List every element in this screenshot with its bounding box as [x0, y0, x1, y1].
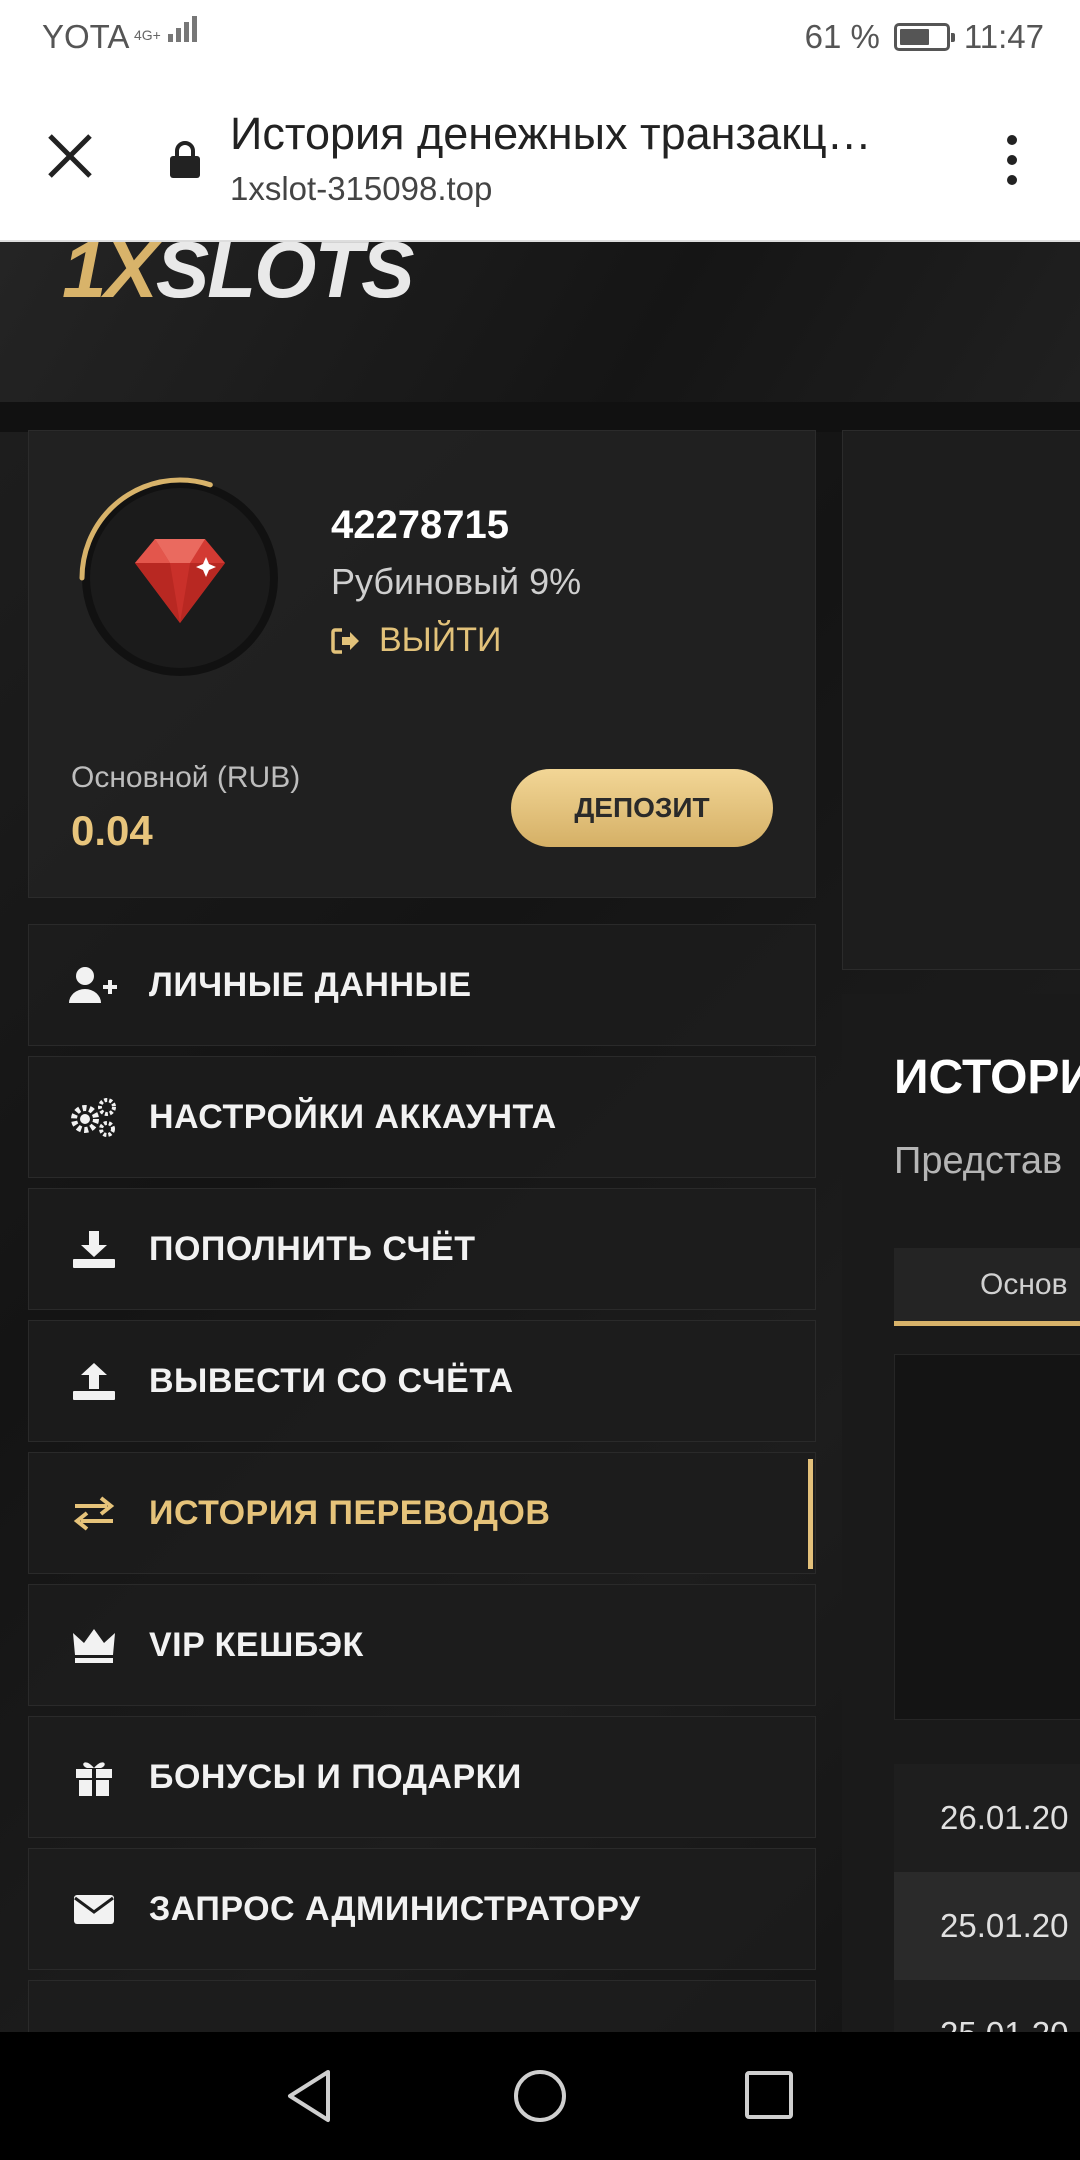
clock: 11:47	[963, 18, 1044, 55]
site-logo[interactable]: 1XSLOTS	[62, 242, 415, 316]
menu-item-label: НАСТРОЙКИ АККАУНТА	[149, 1097, 557, 1136]
table-row[interactable]: 25.01.20	[894, 1980, 1080, 2032]
network-type: 4G+	[134, 27, 161, 43]
close-icon[interactable]	[44, 130, 96, 182]
profile-card: 42278715 Рубиновый 9% ВЫЙТИ Основной (RU…	[28, 430, 816, 898]
tab-main-account[interactable]: Основ	[894, 1248, 1080, 1326]
carrier-name: YOTA	[42, 18, 130, 55]
menu-item-withdraw[interactable]: ВЫВЕСТИ СО СЧЁТА	[28, 1320, 816, 1442]
transaction-history-panel: ИСТОРИ Представ Основ 26.01.20 25.01.20 …	[842, 994, 1080, 2032]
battery-percent: 61 %	[804, 18, 880, 55]
logout-label: ВЫЙТИ	[379, 621, 502, 659]
menu-item-next[interactable]	[28, 1980, 816, 2032]
status-bar: YOTA 4G+ 61 % 11:47	[0, 0, 1080, 74]
banner-panel	[842, 430, 1080, 970]
battery-icon	[893, 23, 955, 51]
download-icon	[73, 1231, 115, 1268]
menu-item-label: ЛИЧНЫЕ ДАННЫЕ	[149, 965, 472, 1004]
logout-icon	[331, 627, 359, 654]
menu-item-label: ИСТОРИЯ ПЕРЕВОДОВ	[149, 1493, 551, 1532]
signal-icon: 4G+	[134, 16, 197, 42]
user-id: 42278715	[331, 503, 509, 547]
system-nav-bar	[0, 2032, 1080, 2160]
menu-item-personal-data[interactable]: ЛИЧНЫЕ ДАННЫЕ	[28, 924, 816, 1046]
menu-item-label: ЗАПРОС АДМИНИСТРАТОРУ	[149, 1889, 641, 1928]
table-row[interactable]: 26.01.20	[894, 1764, 1080, 1872]
table-row[interactable]: 25.01.20	[894, 1872, 1080, 1980]
menu-item-label: ПОПОЛНИТЬ СЧЁТ	[149, 1229, 476, 1268]
history-filter-box	[894, 1354, 1080, 1720]
lock-icon[interactable]	[168, 140, 202, 180]
gears-icon	[71, 1098, 116, 1137]
web-page: 1XSLOTS 42278715 Рубиновый 9% ВЫЙТИ Осно…	[0, 242, 1080, 2032]
upload-icon	[73, 1363, 115, 1400]
crown-icon	[73, 1629, 115, 1663]
balance-label: Основной (RUB)	[71, 761, 301, 794]
menu-item-account-settings[interactable]: НАСТРОЙКИ АККАУНТА	[28, 1056, 816, 1178]
menu-item-label: VIP КЕШБЭК	[149, 1625, 364, 1664]
menu-item-transfer-history[interactable]: ИСТОРИЯ ПЕРЕВОДОВ	[28, 1452, 816, 1574]
history-subtitle: Представ	[894, 1140, 1063, 1182]
menu-item-admin-request[interactable]: ЗАПРОС АДМИНИСТРАТОРУ	[28, 1848, 816, 1970]
screen: YOTA 4G+ 61 % 11:47 История денежных тра…	[0, 0, 1080, 2160]
page-url[interactable]: 1xslot-315098.top	[230, 170, 492, 208]
recents-icon[interactable]	[744, 2070, 794, 2120]
header-divider	[0, 402, 1080, 432]
gift-icon	[76, 1762, 112, 1796]
vip-level: Рубиновый 9%	[331, 561, 582, 602]
page-title: История денежных транзакц…	[230, 108, 872, 159]
avatar	[79, 477, 281, 679]
back-icon[interactable]	[284, 2068, 334, 2124]
user-plus-icon	[69, 967, 117, 1003]
menu-item-label: БОНУСЫ И ПОДАРКИ	[149, 1757, 522, 1796]
browser-toolbar: История денежных транзакц… 1xslot-315098…	[0, 74, 1080, 242]
home-icon[interactable]	[512, 2068, 568, 2124]
menu-item-vip-cashback[interactable]: VIP КЕШБЭК	[28, 1584, 816, 1706]
more-vert-icon[interactable]	[1000, 130, 1024, 190]
site-header: 1XSLOTS	[0, 242, 1080, 402]
deposit-button[interactable]: ДЕПОЗИТ	[511, 769, 773, 847]
status-right: 61 % 11:47	[805, 18, 1044, 56]
menu-item-label: ВЫВЕСТИ СО СЧЁТА	[149, 1361, 514, 1400]
balance-value: 0.04	[71, 807, 153, 854]
history-title: ИСТОРИ	[894, 1051, 1080, 1104]
exchange-icon	[73, 1496, 115, 1531]
menu-item-bonuses[interactable]: БОНУСЫ И ПОДАРКИ	[28, 1716, 816, 1838]
menu-item-deposit[interactable]: ПОПОЛНИТЬ СЧЁТ	[28, 1188, 816, 1310]
logout-link[interactable]: ВЫЙТИ	[331, 621, 501, 660]
envelope-icon	[74, 1895, 114, 1924]
